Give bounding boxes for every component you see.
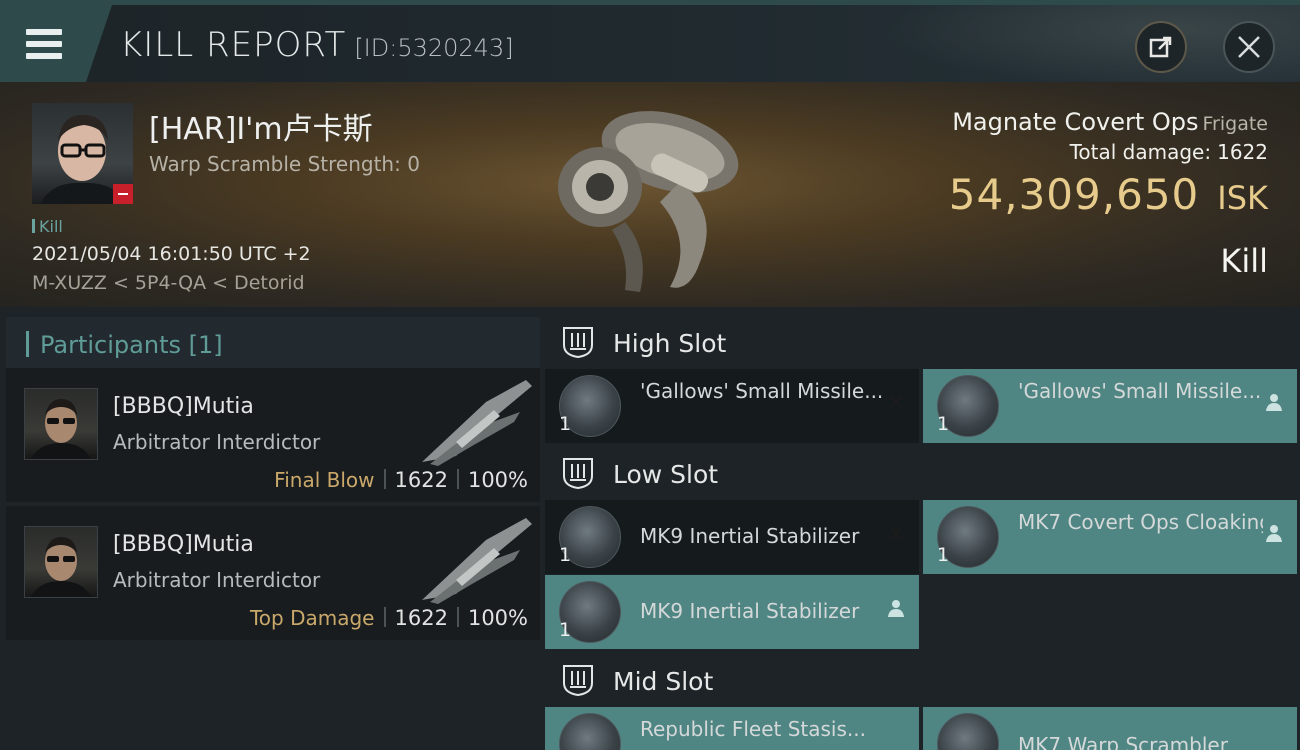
participant-avatar[interactable] [24,388,98,460]
dropped-person-icon [1266,394,1282,411]
total-damage-label: Total damage: [1069,140,1212,164]
isk-value-display: 54,309,650 ISK [949,170,1268,219]
share-button[interactable] [1135,21,1187,73]
item-name: MK9 Inertial Stabilizer [640,599,860,623]
participant-stats: Top Damage 1622 100% [250,606,528,630]
ship-class: Frigate [1202,113,1268,135]
victim-ship-image[interactable] [530,92,770,302]
participants-header: Participants [1] [6,317,540,371]
share-icon [1149,36,1172,58]
victim-portrait[interactable] [32,103,133,204]
menu-button[interactable] [0,5,112,82]
participant-percent: 100% [467,468,528,492]
destroyed-icon [888,525,904,541]
close-icon [1238,36,1260,58]
participants-count: [1] [188,331,223,359]
participant-damage: 1622 [394,606,448,630]
victim-name[interactable]: [HAR]I'm卢卡斯 [149,104,373,148]
participant-row[interactable]: [BBBQ]Mutia Arbitrator Interdictor Final… [6,368,540,502]
warp-scrambler-icon [937,713,999,750]
participants-panel: Participants [1] [BBBQ]Mutia Arbitrator … [0,307,540,750]
participant-row[interactable]: [BBBQ]Mutia Arbitrator Interdictor Top D… [6,506,540,640]
fitting-item-dropped[interactable]: 1 'Gallows' Small Missile... [923,369,1297,443]
dropped-person-icon [1266,525,1282,542]
item-name: 'Gallows' Small Missile... [1018,379,1262,403]
fitting-item-dropped[interactable]: 1 MK9 Inertial Stabilizer [545,575,919,649]
mid-slot-header: Mid Slot [545,651,1300,709]
low-slot-header: Low Slot [545,444,1300,502]
security-status-badge [113,184,133,204]
participant-avatar-image [31,399,91,459]
mid-slot-label: Mid Slot [613,667,714,696]
high-slot-header: High Slot [545,313,1300,371]
participant-ship-image[interactable] [416,510,538,606]
kill-datetime: 2021/05/04 16:01:50 UTC +2 [32,243,311,265]
low-slot-icon [563,458,593,490]
ship-name-text: Magnate Covert Ops [952,108,1199,136]
divider [456,607,459,627]
participant-name[interactable]: [BBBQ]Mutia [113,394,254,419]
report-id: [ID:5320243] [354,34,514,62]
isk-value: 54,309,650 [948,170,1200,219]
menu-icon [26,29,62,59]
page-title: KILL REPORT [ID:5320243] [120,25,514,65]
divider [383,607,386,627]
dropped-person-icon [888,600,904,617]
high-slot-icon [563,327,593,359]
fitting-item-destroyed[interactable]: 1 MK9 Inertial Stabilizer [545,500,919,574]
participant-damage: 1622 [394,468,448,492]
item-quantity: 1 [559,544,572,566]
item-name: MK9 Inertial Stabilizer [640,524,860,548]
item-quantity: 1 [559,619,572,641]
fitting-panel: High Slot 1 'Gallows' Small Missile... 1… [540,307,1300,750]
participant-avatar[interactable] [24,526,98,598]
participants-label: Participants [40,331,181,359]
stasis-webifier-icon [559,713,621,750]
kill-result: Kill [1220,242,1268,280]
participant-tag: Top Damage [249,606,375,630]
isk-unit: ISK [1217,179,1268,217]
participant-stats: Final Blow 1622 100% [274,468,528,492]
participant-tag: Final Blow [274,468,375,492]
fitting-item-destroyed[interactable]: 1 'Gallows' Small Missile... [545,369,919,443]
fitting-item-dropped[interactable]: 1 MK7 Warp Scrambler [923,707,1297,750]
participant-name[interactable]: [BBBQ]Mutia [113,532,254,557]
participant-ship-image[interactable] [416,372,538,468]
low-slot-label: Low Slot [613,460,719,489]
item-quantity: 1 [937,413,950,435]
item-name: 'Gallows' Small Missile... [640,379,884,403]
divider [456,469,459,489]
kill-tag: Kill [32,217,63,236]
total-damage-value: 1622 [1217,140,1268,164]
victim-ship-name[interactable]: Magnate Covert Ops Frigate [952,108,1268,136]
destroyed-icon [888,394,904,410]
kill-report-header: KILL REPORT [ID:5320243] [0,0,1300,82]
participant-percent: 100% [467,606,528,630]
item-name: MK7 Warp Scrambler [1018,733,1228,750]
fitting-item-dropped[interactable]: 1 MK7 Covert Ops Cloaking... [923,500,1297,574]
item-quantity: 1 [559,413,572,435]
participant-ship: Arbitrator Interdictor [113,430,321,454]
total-damage: Total damage: 1622 [1070,140,1268,164]
warp-scramble-strength: Warp Scramble Strength: 0 [149,152,420,176]
item-quantity: 1 [937,544,950,566]
participant-avatar-image [31,537,91,597]
close-button[interactable] [1223,21,1275,73]
divider [383,469,386,489]
item-name: Republic Fleet Stasis... [640,717,866,741]
kill-location[interactable]: M-XUZZ < 5P4-QA < Detorid [32,272,305,294]
title-text: KILL REPORT [120,25,347,65]
participant-ship: Arbitrator Interdictor [113,568,321,592]
mid-slot-icon [563,665,593,697]
high-slot-label: High Slot [613,329,727,358]
victim-banner: [HAR]I'm卢卡斯 Warp Scramble Strength: 0 Ki… [0,82,1300,307]
fitting-item-dropped[interactable]: 1 Republic Fleet Stasis... [545,707,919,750]
item-name: MK7 Covert Ops Cloaking... [1018,510,1263,534]
